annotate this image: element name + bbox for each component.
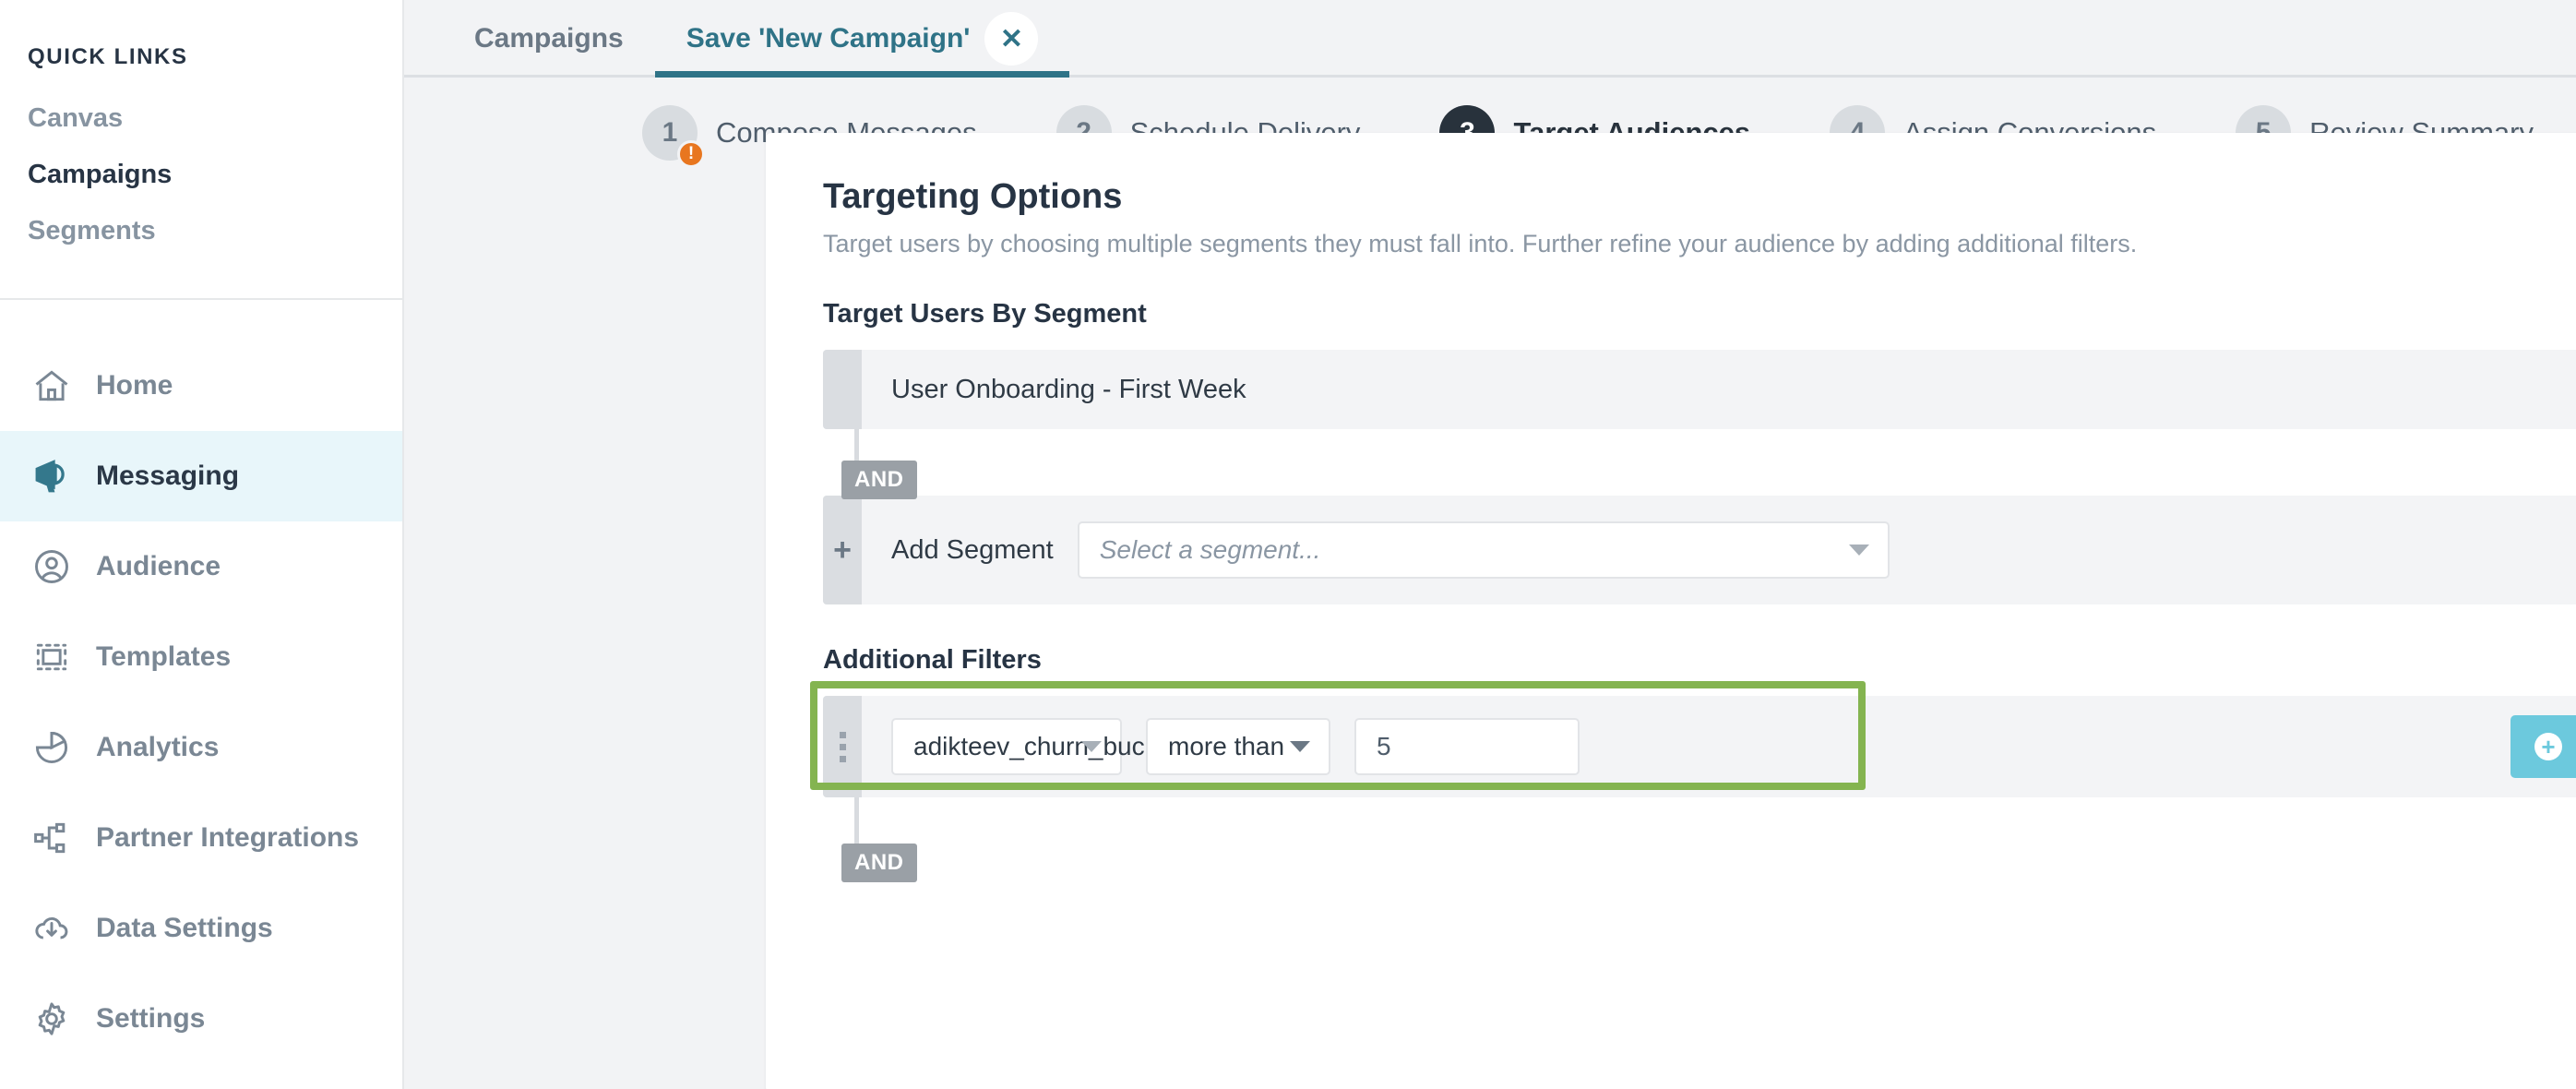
segment-select[interactable]: Select a segment... bbox=[1077, 521, 1890, 579]
quick-links-section: QUICK LINKS Canvas Campaigns Segments bbox=[0, 0, 402, 259]
page-subtitle: Target users by choosing multiple segmen… bbox=[823, 230, 2138, 257]
add-or-button[interactable]: + OR bbox=[2510, 715, 2576, 778]
quick-link-campaigns[interactable]: Campaigns bbox=[0, 147, 402, 203]
tab-save-new-campaign[interactable]: Save 'New Campaign' ✕ bbox=[654, 0, 1070, 78]
main-content: Campaigns Save 'New Campaign' ✕ 1 ! Comp… bbox=[404, 0, 2576, 1089]
segment-row-add: + Add Segment Select a segment... bbox=[823, 496, 2576, 604]
sidebar-item-messaging[interactable]: Messaging bbox=[0, 431, 402, 522]
segment-group: User Onboarding - First Week ✕ AND + Add… bbox=[823, 350, 2576, 604]
plus-icon: + bbox=[833, 533, 852, 568]
add-segment-body: Add Segment Select a segment... bbox=[862, 496, 2576, 604]
sidebar-item-settings[interactable]: Settings bbox=[0, 974, 402, 1064]
chevron-down-icon bbox=[1848, 544, 1869, 556]
filter-value-text: 5 bbox=[1377, 732, 1391, 760]
sidebar: QUICK LINKS Canvas Campaigns Segments Ho… bbox=[0, 0, 404, 1089]
tab-label: Save 'New Campaign' bbox=[686, 23, 971, 54]
sidebar-item-label: Partner Integrations bbox=[96, 822, 360, 854]
cloud-download-icon bbox=[31, 908, 72, 949]
sidebar-item-partner-integrations[interactable]: Partner Integrations bbox=[0, 793, 402, 883]
gear-icon bbox=[31, 999, 72, 1039]
tab-bar: Campaigns Save 'New Campaign' ✕ bbox=[404, 0, 2576, 78]
filter-operator-select[interactable]: more than bbox=[1146, 718, 1330, 775]
sidebar-item-home[interactable]: Home bbox=[0, 341, 402, 431]
warning-badge-icon: ! bbox=[677, 140, 705, 168]
segment-section-title: Target Users By Segment bbox=[823, 299, 1147, 329]
sidebar-item-label: Messaging bbox=[96, 461, 240, 492]
sidebar-item-label: Audience bbox=[96, 551, 221, 582]
close-icon[interactable]: ✕ bbox=[984, 12, 1039, 66]
sidebar-item-audience[interactable]: Audience bbox=[0, 521, 402, 612]
filter-row: adikteev_churn_bucket more than 5 + bbox=[823, 696, 2576, 797]
segment-name: User Onboarding - First Week bbox=[891, 374, 1246, 404]
tab-campaigns[interactable]: Campaigns bbox=[443, 0, 655, 78]
filter-field-select[interactable]: adikteev_churn_bucket bbox=[891, 718, 1179, 775]
step-number: 1 ! bbox=[642, 105, 705, 168]
sidebar-item-templates[interactable]: Templates bbox=[0, 612, 402, 702]
filter-row-body: adikteev_churn_bucket more than 5 + bbox=[862, 696, 2576, 797]
megaphone-icon bbox=[31, 456, 72, 497]
drag-dots-icon bbox=[839, 731, 846, 762]
chevron-down-icon bbox=[1290, 741, 1310, 752]
filter-and-chip[interactable]: AND bbox=[841, 844, 917, 882]
plus-circle-icon: + bbox=[2534, 733, 2562, 760]
home-icon bbox=[31, 365, 72, 406]
page-title: Targeting Options bbox=[823, 177, 1123, 216]
sidebar-item-label: Templates bbox=[96, 641, 232, 673]
sidebar-item-data-settings[interactable]: Data Settings bbox=[0, 883, 402, 974]
chevron-down-icon bbox=[1081, 741, 1102, 752]
sidebar-item-label: Data Settings bbox=[96, 913, 273, 944]
filter-value-input[interactable]: 5 bbox=[1354, 718, 1580, 775]
filters-section-title: Additional Filters bbox=[823, 645, 1042, 675]
sidebar-item-label: Settings bbox=[96, 1003, 206, 1035]
user-circle-icon bbox=[31, 546, 72, 587]
filter-field-value: adikteev_churn_bucket bbox=[913, 732, 1179, 760]
sidebar-item-label: Analytics bbox=[96, 732, 220, 763]
add-segment-label: Add Segment bbox=[891, 534, 1054, 565]
sidebar-item-label: Home bbox=[96, 370, 173, 401]
segment-row-selected: User Onboarding - First Week ✕ bbox=[823, 350, 2576, 429]
pie-chart-icon bbox=[31, 727, 72, 768]
quick-links-title: QUICK LINKS bbox=[28, 44, 188, 69]
segment-select-value: Select a segment... bbox=[1099, 535, 1321, 564]
templates-icon bbox=[31, 637, 72, 677]
sidebar-item-analytics[interactable]: Analytics bbox=[0, 702, 402, 793]
segment-row-body: User Onboarding - First Week bbox=[862, 350, 2576, 429]
drag-handle[interactable] bbox=[823, 696, 862, 797]
quick-link-canvas[interactable]: Canvas bbox=[0, 90, 402, 147]
filter-group: adikteev_churn_bucket more than 5 + AND bbox=[810, 681, 2576, 882]
step-number-text: 1 bbox=[662, 117, 678, 148]
add-segment-handle[interactable]: + bbox=[823, 496, 862, 604]
targeting-options-card: Targeting Options Target users by choosi… bbox=[766, 133, 2576, 1089]
tab-label: Campaigns bbox=[474, 23, 624, 54]
nodes-icon bbox=[31, 818, 72, 858]
sidebar-nav: Home Messaging Audience Templates Analyt… bbox=[0, 300, 402, 1064]
quick-link-segments[interactable]: Segments bbox=[0, 203, 402, 259]
segment-and-chip[interactable]: AND bbox=[841, 461, 917, 499]
app-root: QUICK LINKS Canvas Campaigns Segments Ho… bbox=[0, 0, 2576, 1089]
filter-operator-value: more than bbox=[1168, 732, 1285, 760]
row-handle[interactable] bbox=[823, 350, 862, 429]
